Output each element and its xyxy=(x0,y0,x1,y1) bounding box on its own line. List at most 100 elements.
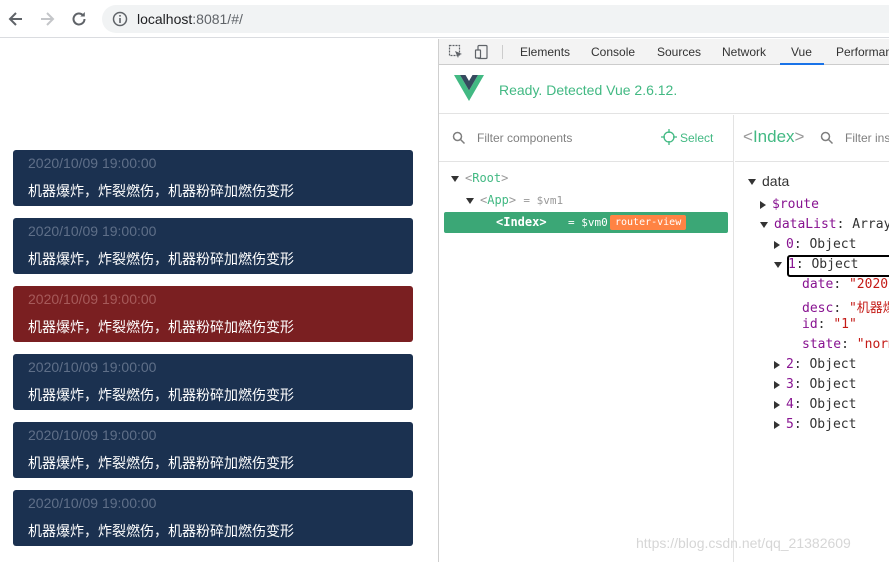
field-value: "机器爆 xyxy=(848,301,889,316)
browser-toolbar: localhost:8081/#/ xyxy=(0,0,889,38)
tab-sources[interactable]: Sources xyxy=(657,45,701,59)
expand-triangle-icon[interactable] xyxy=(451,175,459,182)
data-field-route[interactable]: $route xyxy=(760,197,819,212)
array-item-3[interactable]: 3: Object xyxy=(774,377,856,392)
components-filter-bar: Filter components Select xyxy=(439,115,734,162)
tree-node-index-selected[interactable]: <Index> = $vm0 router-view xyxy=(444,212,728,233)
item-type: Object xyxy=(809,377,857,392)
field-key: $route xyxy=(772,197,819,212)
filter-components-input[interactable]: Filter components xyxy=(477,131,572,145)
back-arrow-icon[interactable] xyxy=(6,9,26,29)
url-text: localhost:8081/#/ xyxy=(137,11,243,27)
tab-performance[interactable]: Performan xyxy=(836,45,889,59)
collapse-arrow-icon[interactable] xyxy=(774,261,782,268)
inspect-element-icon[interactable] xyxy=(448,44,464,60)
object-field-date[interactable]: date: "2020/ xyxy=(802,277,889,292)
index-tag-name: Index xyxy=(503,215,540,229)
card-description: 机器爆炸，炸裂燃伤，机器粉碎加燃伤变形 xyxy=(28,387,294,403)
card-date: 2020/10/09 19:00:00 xyxy=(28,495,157,511)
card-date: 2020/10/09 19:00:00 xyxy=(28,223,157,239)
info-icon[interactable] xyxy=(112,11,128,27)
object-field-id[interactable]: id: "1" xyxy=(802,317,857,332)
field-key: id xyxy=(802,317,818,332)
device-toolbar-icon[interactable] xyxy=(474,44,490,60)
card-description: 机器爆炸，炸裂燃伤，机器粉碎加燃伤变形 xyxy=(28,183,294,199)
devtools-panel: Elements Console Sources Network Vue Per… xyxy=(438,39,889,562)
tree-node-label: <Index> xyxy=(496,215,547,229)
tab-console[interactable]: Console xyxy=(591,45,635,59)
url-host: localhost xyxy=(137,11,193,27)
select-button[interactable]: Select xyxy=(680,131,713,145)
field-key: date xyxy=(802,277,834,292)
array-item-2[interactable]: 2: Object xyxy=(774,357,856,372)
alarm-card[interactable]: 2020/10/09 19:00:00 机器爆炸，炸裂燃伤，机器粉碎加燃伤变形 xyxy=(13,150,413,206)
expand-arrow-icon[interactable] xyxy=(774,240,780,249)
expand-arrow-icon[interactable] xyxy=(774,420,780,429)
url-path: :8081/#/ xyxy=(192,11,243,27)
card-date: 2020/10/09 19:00:00 xyxy=(28,359,157,375)
card-description: 机器爆炸，炸裂燃伤，机器粉碎加燃伤变形 xyxy=(28,523,294,539)
field-value: "2020/ xyxy=(848,277,889,292)
vm-reference: = $vm0 xyxy=(568,216,608,229)
data-section-header[interactable]: data xyxy=(748,173,789,189)
components-pane: Filter components Select <Root> <App> = … xyxy=(439,115,734,562)
forward-arrow-icon[interactable] xyxy=(37,9,57,29)
alarm-card-highlighted[interactable]: 2020/10/09 19:00:00 机器爆炸，炸裂燃伤，机器粉碎加燃伤变形 xyxy=(13,286,413,342)
toolbar-divider xyxy=(502,45,503,59)
item-index: 3 xyxy=(786,377,794,392)
select-target-icon[interactable] xyxy=(661,129,677,145)
field-key: state xyxy=(802,337,842,352)
tree-node-label: Root xyxy=(472,171,502,185)
array-item-0[interactable]: 0: Object xyxy=(774,237,856,252)
field-key: desc xyxy=(802,301,834,316)
router-view-badge: router-view xyxy=(610,215,687,230)
inspector-pane: <Index> Filter ins data $route dataList:… xyxy=(735,115,889,562)
item-index: 0 xyxy=(786,237,794,252)
alarm-card[interactable]: 2020/10/09 19:00:00 机器爆炸，炸裂燃伤，机器粉碎加燃伤变形 xyxy=(13,218,413,274)
tab-elements[interactable]: Elements xyxy=(520,45,570,59)
vue-ready-status: Ready. Detected Vue 2.6.12. xyxy=(499,82,678,98)
card-date: 2020/10/09 19:00:00 xyxy=(28,291,157,307)
watermark: https://blog.csdn.net/qq_21382609 xyxy=(636,535,851,551)
inspected-component-name: Index xyxy=(752,127,795,146)
expand-triangle-icon[interactable] xyxy=(466,197,474,204)
collapse-triangle-icon[interactable] xyxy=(748,179,756,186)
search-icon xyxy=(452,131,466,145)
field-value: "1" xyxy=(833,317,857,332)
expand-arrow-icon[interactable] xyxy=(760,200,766,209)
tree-node-app[interactable]: <App> = $vm1 xyxy=(466,193,563,207)
item-type: Object xyxy=(809,357,857,372)
tab-network[interactable]: Network xyxy=(722,45,766,59)
card-description: 机器爆炸，炸裂燃伤，机器粉碎加燃伤变形 xyxy=(28,455,294,471)
expand-arrow-icon[interactable] xyxy=(774,380,780,389)
card-description: 机器爆炸，炸裂燃伤，机器粉碎加燃伤变形 xyxy=(28,251,294,267)
expand-arrow-icon[interactable] xyxy=(774,360,780,369)
object-field-state[interactable]: state: "norm xyxy=(802,337,889,352)
active-tab-indicator xyxy=(780,63,824,65)
address-bar[interactable]: localhost:8081/#/ xyxy=(102,5,889,33)
object-field-desc[interactable]: desc: "机器爆 xyxy=(802,297,889,316)
card-date: 2020/10/09 19:00:00 xyxy=(28,427,157,443)
item-index: 4 xyxy=(786,397,794,412)
tab-vue[interactable]: Vue xyxy=(791,45,812,59)
alarm-card[interactable]: 2020/10/09 19:00:00 机器爆炸，炸裂燃伤，机器粉碎加燃伤变形 xyxy=(13,490,413,546)
inspector-header: <Index> Filter ins xyxy=(735,115,889,162)
filter-inspected-input[interactable]: Filter ins xyxy=(845,131,889,145)
devtools-tab-bar: Elements Console Sources Network Vue Per… xyxy=(439,39,889,65)
alarm-card[interactable]: 2020/10/09 19:00:00 机器爆炸，炸裂燃伤，机器粉碎加燃伤变形 xyxy=(13,422,413,478)
expand-arrow-icon[interactable] xyxy=(774,400,780,409)
data-field-datalist[interactable]: dataList: Array xyxy=(760,217,889,232)
collapse-arrow-icon[interactable] xyxy=(760,221,768,228)
item-index: 2 xyxy=(786,357,794,372)
array-item-4[interactable]: 4: Object xyxy=(774,397,856,412)
array-item-5[interactable]: 5: Object xyxy=(774,417,856,432)
search-icon xyxy=(820,131,834,145)
field-type: Array xyxy=(852,217,889,232)
field-key: dataList xyxy=(774,217,837,232)
field-value: "norm xyxy=(856,337,889,352)
card-description: 机器爆炸，炸裂燃伤，机器粉碎加燃伤变形 xyxy=(28,319,294,335)
vue-logo-icon xyxy=(454,75,484,101)
tree-node-root[interactable]: <Root> xyxy=(451,171,508,185)
alarm-card[interactable]: 2020/10/09 19:00:00 机器爆炸，炸裂燃伤，机器粉碎加燃伤变形 xyxy=(13,354,413,410)
reload-icon[interactable] xyxy=(69,9,89,29)
